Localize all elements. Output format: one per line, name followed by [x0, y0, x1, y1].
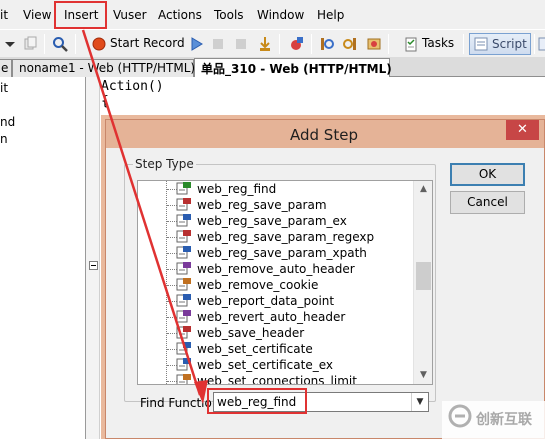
left-pane-item[interactable]: it	[0, 81, 8, 95]
tab-label: e	[1, 61, 9, 75]
step-function-icon	[176, 358, 191, 371]
step-label: web_reg_save_param_regexp	[197, 230, 375, 244]
script-label: Script	[492, 37, 527, 51]
dialog-titlebar[interactable]: Add Step ✕	[106, 120, 544, 148]
chevron-down-icon[interactable]: ▼	[411, 393, 428, 411]
step-label: web_revert_auto_header	[197, 310, 346, 324]
menu-vuser[interactable]: Vuser	[113, 8, 147, 22]
dialog-title: Add Step	[290, 126, 358, 144]
step-label: web_reg_find	[197, 182, 277, 196]
tabbar: e noname1 - Web (HTTP/HTML) 单品_310 - Web…	[0, 57, 545, 78]
script-icon	[474, 37, 488, 51]
breakpoint-icon[interactable]	[288, 36, 304, 52]
step-label: web_remove_auto_header	[197, 262, 355, 276]
step-function-icon	[176, 230, 191, 243]
menu-window[interactable]: Window	[257, 8, 304, 22]
copy-icon[interactable]	[22, 36, 38, 52]
list-item[interactable]: web_remove_auto_header	[138, 261, 414, 277]
tab-single-product[interactable]: 单品_310 - Web (HTTP/HTML)	[194, 58, 392, 78]
transaction-start-icon[interactable]	[319, 36, 335, 52]
step-label: web_save_header	[197, 326, 305, 340]
step-function-icon	[176, 278, 191, 291]
app-window: it View Insert Vuser Actions Tools Windo…	[0, 0, 545, 439]
step-function-icon	[176, 262, 191, 275]
watermark-text: 创新互联	[476, 412, 532, 428]
step-function-icon	[176, 342, 191, 355]
add-step-dialog: Add Step ✕ Step Type web_reg_find web_reg…	[105, 119, 545, 439]
start-record-button[interactable]: Start Record	[110, 36, 185, 50]
insert-menu-highlight	[54, 1, 107, 29]
stop-icon[interactable]	[233, 36, 249, 52]
step-into-icon[interactable]	[257, 36, 273, 52]
tab-label: 单品_310 - Web (HTTP/HTML)	[201, 62, 392, 76]
step-function-icon	[176, 294, 191, 307]
left-pane-item[interactable]: n	[0, 132, 8, 146]
list-item[interactable]: web_set_connections_limit	[138, 373, 414, 385]
list-item[interactable]: web_reg_save_param_ex	[138, 213, 414, 229]
step-label: web_reg_save_param	[197, 198, 327, 212]
dropdown-arrow-icon[interactable]	[2, 36, 18, 52]
left-pane: it nd n	[0, 77, 86, 439]
menu-actions[interactable]: Actions	[158, 8, 202, 22]
list-item[interactable]: web_remove_cookie	[138, 277, 414, 293]
list-scrollbar[interactable]: ▲ ▼	[413, 181, 432, 384]
list-item[interactable]: web_revert_auto_header	[138, 309, 414, 325]
code-line: {	[101, 94, 109, 109]
tab-label: noname1 - Web (HTTP/HTML)	[19, 61, 196, 75]
step-label: web_reg_save_param_xpath	[197, 246, 367, 260]
list-item[interactable]: web_reg_find	[138, 181, 414, 197]
play-icon[interactable]	[188, 36, 204, 52]
ok-button[interactable]: OK	[450, 163, 525, 186]
close-button[interactable]: ✕	[506, 120, 539, 140]
menu-help[interactable]: Help	[317, 8, 344, 22]
step-label: web_set_connections_limit	[197, 374, 357, 385]
step-function-icon	[176, 326, 191, 339]
list-item[interactable]: web_save_header	[138, 325, 414, 341]
close-icon: ✕	[517, 122, 528, 137]
list-item[interactable]: web_reg_save_param	[138, 197, 414, 213]
left-pane-item[interactable]: nd	[0, 115, 15, 129]
menu-edit[interactable]: it	[0, 8, 8, 22]
list-item[interactable]: web_report_data_point	[138, 293, 414, 309]
step-function-icon	[176, 310, 191, 323]
step-label: web_set_certificate_ex	[197, 358, 333, 372]
step-type-list[interactable]: web_reg_find web_reg_save_param web_reg_sa…	[137, 180, 433, 385]
tab-start-page[interactable]: e	[0, 59, 12, 77]
step-label: web_reg_save_param_ex	[197, 214, 347, 228]
collapse-icon[interactable]	[89, 261, 98, 270]
step-function-icon	[176, 374, 191, 384]
list-item[interactable]: web_reg_save_param_regexp	[138, 229, 414, 245]
search-icon[interactable]	[52, 36, 68, 52]
pause-icon[interactable]	[210, 36, 226, 52]
scroll-thumb[interactable]	[416, 262, 431, 290]
script-view-button[interactable]: Script	[469, 33, 531, 55]
tasks-icon[interactable]	[403, 36, 419, 52]
toolbar: Start Record Tasks Script	[0, 29, 545, 57]
step-function-icon	[176, 182, 191, 195]
find-function-highlight	[207, 388, 307, 414]
step-function-icon	[176, 198, 191, 211]
editor-gutter	[86, 77, 100, 439]
list-item[interactable]: web_set_certificate	[138, 341, 414, 357]
code-line: Action()	[101, 79, 164, 94]
scroll-down-icon[interactable]: ▼	[414, 367, 432, 384]
menu-view[interactable]: View	[23, 8, 51, 22]
record-icon[interactable]	[91, 36, 107, 52]
rendezvous-icon[interactable]	[366, 36, 382, 52]
step-function-icon	[176, 214, 191, 227]
step-label: web_remove_cookie	[197, 278, 319, 292]
list-item[interactable]: web_reg_save_param_xpath	[138, 245, 414, 261]
tasks-button[interactable]: Tasks	[422, 36, 454, 50]
step-label: web_report_data_point	[197, 294, 335, 308]
menu-tools[interactable]: Tools	[214, 8, 244, 22]
scroll-up-icon[interactable]: ▲	[414, 181, 432, 198]
step-function-icon	[176, 246, 191, 259]
list-item[interactable]: web_set_certificate_ex	[138, 357, 414, 373]
step-type-label: Step Type	[133, 157, 196, 171]
step-label: web_set_certificate	[197, 342, 313, 356]
cancel-button[interactable]: Cancel	[450, 191, 525, 214]
tab-noname1[interactable]: noname1 - Web (HTTP/HTML)	[12, 59, 196, 77]
transaction-end-icon[interactable]	[342, 36, 358, 52]
tree-view-icon[interactable]	[537, 36, 545, 52]
